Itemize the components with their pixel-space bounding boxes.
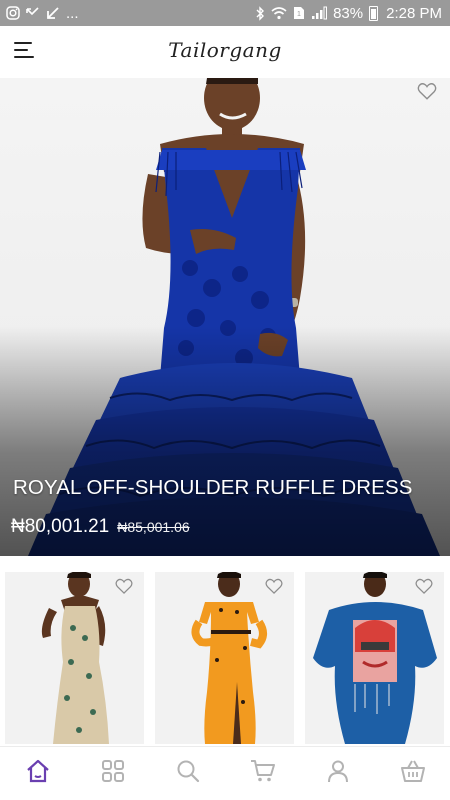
product-image-1 (41, 572, 109, 744)
grid-icon (101, 759, 125, 788)
nav-account[interactable] (318, 754, 358, 794)
missed-call-icon (26, 6, 40, 20)
nav-basket[interactable] (393, 754, 433, 794)
product-image-2 (191, 572, 267, 744)
signal-icon (311, 6, 328, 20)
nav-categories[interactable] (93, 754, 133, 794)
svg-text:1: 1 (297, 11, 301, 18)
product-grid (0, 572, 450, 744)
featured-product-banner[interactable]: ROYAL OFF-SHOULDER RUFFLE DRESS ₦80,001.… (0, 78, 450, 556)
nav-home[interactable] (18, 754, 58, 794)
search-icon (176, 759, 200, 788)
nav-search[interactable] (168, 754, 208, 794)
status-bar-right: 1 83% 2:28 PM (255, 5, 442, 22)
product-card-2[interactable] (155, 572, 294, 744)
status-bar-left: ... (6, 5, 79, 22)
wifi-icon (271, 6, 287, 20)
bluetooth-icon (255, 5, 265, 21)
product-3-favorite-heart-icon[interactable] (414, 576, 434, 596)
product-1-favorite-heart-icon[interactable] (114, 576, 134, 596)
product-2-favorite-heart-icon[interactable] (264, 576, 284, 596)
hero-favorite-heart-icon[interactable] (416, 80, 438, 102)
cart-icon (250, 759, 276, 788)
user-icon (326, 759, 350, 788)
brand-logo: Tailorgang (168, 38, 282, 62)
featured-product-price: ₦80,001.21 (11, 516, 110, 537)
instagram-icon (6, 6, 20, 20)
nav-cart[interactable] (243, 754, 283, 794)
battery-percent: 83% (333, 4, 364, 22)
product-card-3[interactable] (305, 572, 444, 744)
arrow-down-left-icon (46, 6, 60, 20)
featured-product-prices: ₦80,001.21 ₦85,001.06 (11, 516, 190, 538)
basket-icon (400, 759, 426, 788)
product-card-1[interactable] (5, 572, 144, 744)
featured-product-old-price: ₦85,001.06 (117, 519, 190, 535)
app-header: Tailorgang (0, 26, 450, 78)
home-icon (25, 758, 51, 789)
status-time: 2:28 PM (386, 4, 442, 22)
status-bar: ... 1 83% 2:28 PM (0, 0, 450, 26)
battery-icon (369, 5, 379, 21)
bottom-navigation (0, 746, 450, 800)
featured-product-title: ROYAL OFF-SHOULDER RUFFLE DRESS (13, 476, 413, 499)
status-more-text: ... (66, 4, 79, 22)
product-image-3 (313, 572, 437, 744)
sim-icon: 1 (293, 6, 305, 20)
